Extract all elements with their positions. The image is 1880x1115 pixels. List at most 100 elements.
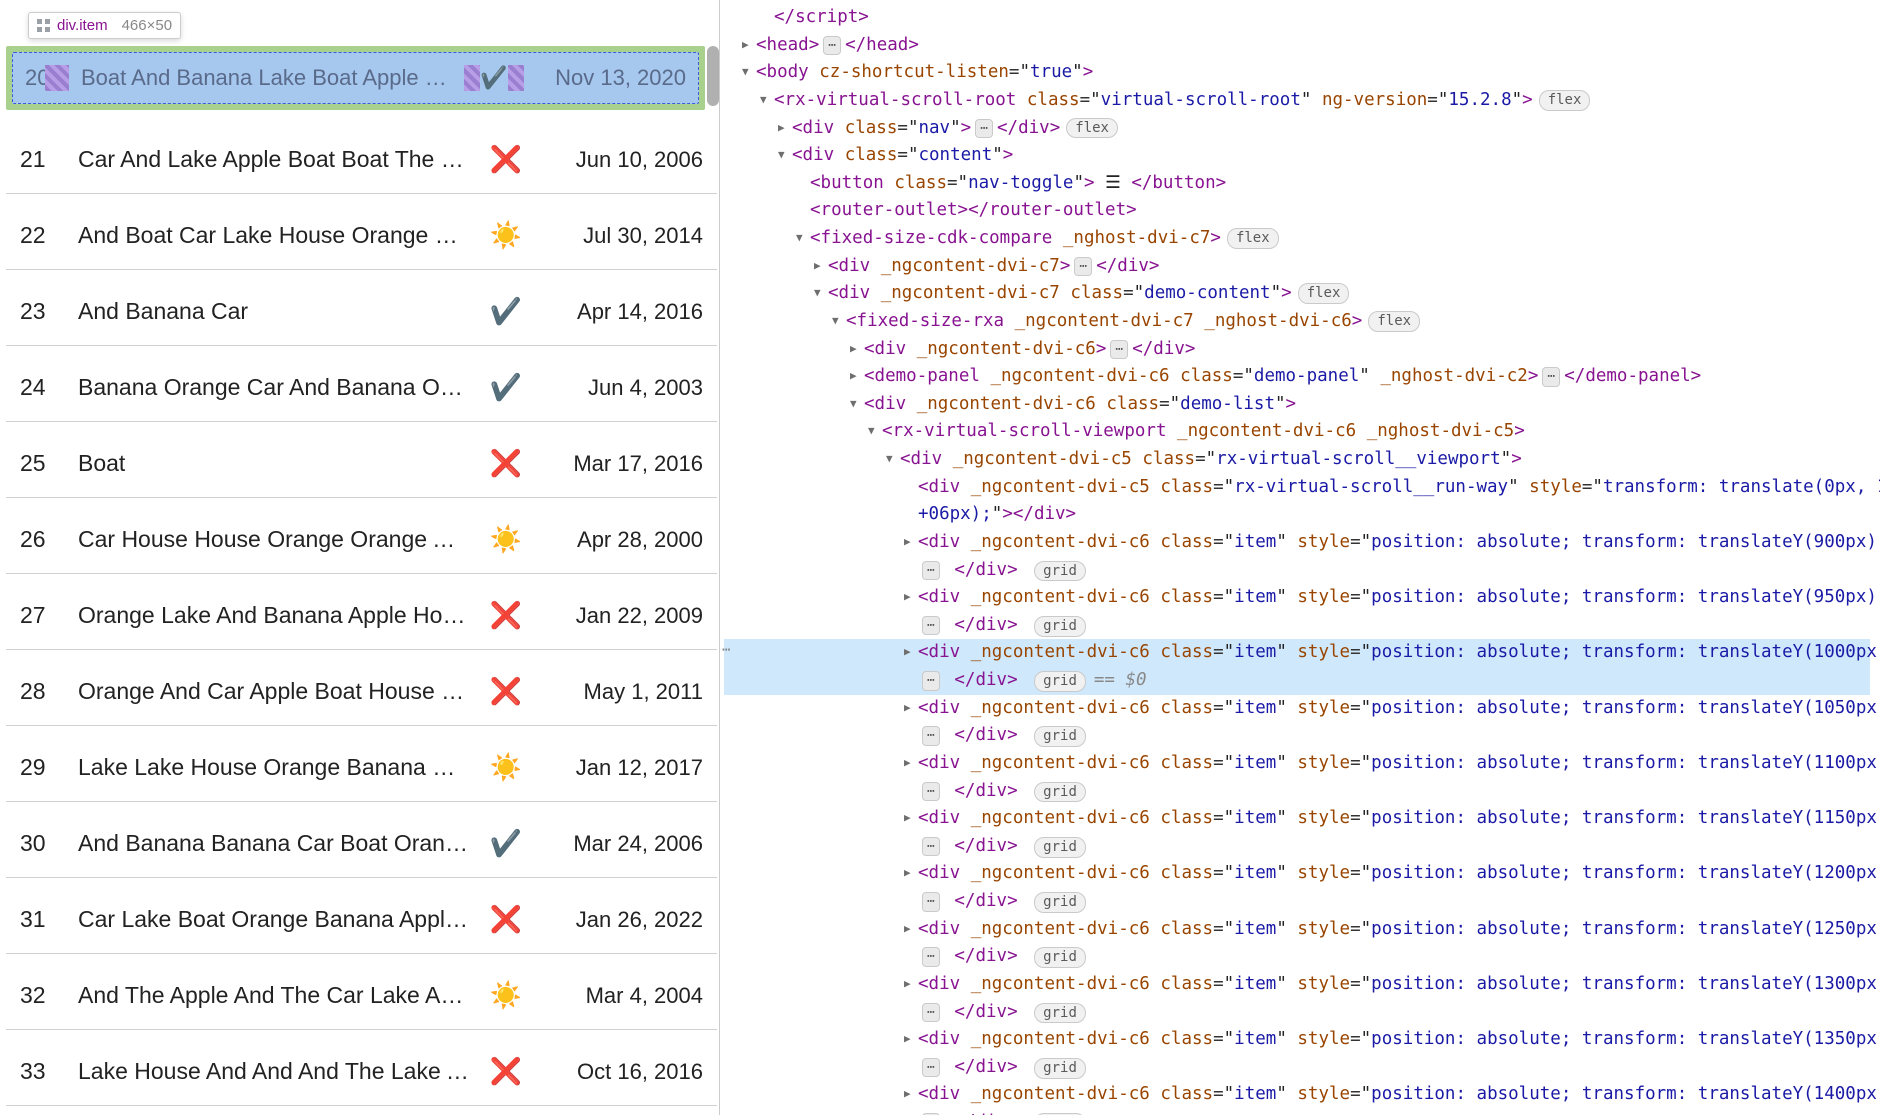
ellipsis-icon[interactable]: [922, 947, 940, 967]
layout-badge[interactable]: grid: [1034, 561, 1086, 582]
dom-node[interactable]: ⋯<div _ngcontent-dvi-c6 class="item" sty…: [724, 639, 1870, 667]
dom-node-continuation[interactable]: </div> grid: [724, 833, 1870, 861]
ellipsis-icon[interactable]: [1074, 257, 1092, 277]
ellipsis-icon[interactable]: [922, 892, 940, 912]
expand-arrow-icon[interactable]: [850, 338, 864, 362]
layout-badge[interactable]: grid: [1034, 782, 1086, 803]
expand-arrow-icon[interactable]: [868, 420, 882, 444]
list-item[interactable]: 28Orange And Car Apple Boat House Lake❌M…: [6, 650, 717, 726]
ellipsis-icon[interactable]: [823, 36, 841, 56]
dom-node[interactable]: <button class="nav-toggle"> ☰ </button>: [724, 170, 1870, 198]
list-item[interactable]: 31Car Lake Boat Orange Banana Apple …❌Ja…: [6, 878, 717, 954]
expand-arrow-icon[interactable]: [742, 61, 756, 85]
list-item[interactable]: 25Boat❌Mar 17, 2016: [6, 422, 717, 498]
ellipsis-icon[interactable]: [922, 671, 940, 691]
dom-node[interactable]: <router-outlet></router-outlet>: [724, 197, 1870, 225]
dom-node-continuation[interactable]: </div> grid: [724, 1109, 1870, 1115]
layout-badge[interactable]: grid: [1034, 892, 1086, 913]
expand-arrow-icon[interactable]: [904, 641, 918, 665]
expand-arrow-icon[interactable]: [904, 697, 918, 721]
expand-arrow-icon[interactable]: [904, 531, 918, 555]
layout-badge[interactable]: flex: [1066, 118, 1118, 139]
list-item[interactable]: 33Lake House And And And The Lake A…❌Oct…: [6, 1030, 717, 1106]
ellipsis-icon[interactable]: [922, 561, 940, 581]
dom-node[interactable]: <div _ngcontent-dvi-c7></div>: [724, 253, 1870, 281]
dom-node[interactable]: <fixed-size-rxa _ngcontent-dvi-c7 _nghos…: [724, 308, 1870, 336]
dom-node[interactable]: <div _ngcontent-dvi-c6 class="item" styl…: [724, 916, 1870, 944]
layout-badge[interactable]: flex: [1227, 228, 1279, 249]
list-item[interactable]: 26Car House House Orange Orange And…☀️Ap…: [6, 498, 717, 574]
dom-node[interactable]: <head></head>: [724, 32, 1870, 60]
dom-node-continuation[interactable]: </div> grid: [724, 1054, 1870, 1082]
expand-arrow-icon[interactable]: [904, 1083, 918, 1107]
dom-node[interactable]: <div _ngcontent-dvi-c5 class="rx-virtual…: [724, 446, 1870, 474]
expand-arrow-icon[interactable]: [904, 862, 918, 886]
dom-node[interactable]: <div _ngcontent-dvi-c5 class="rx-virtual…: [724, 474, 1870, 502]
dom-node[interactable]: <div _ngcontent-dvi-c6 class="item" styl…: [724, 584, 1870, 612]
list-item[interactable]: 24Banana Orange Car And Banana Oran…✔️Ju…: [6, 346, 717, 422]
expand-arrow-icon[interactable]: [778, 117, 792, 141]
expand-arrow-icon[interactable]: [904, 973, 918, 997]
list-item[interactable]: 29Lake Lake House Orange Banana Ban…☀️Ja…: [6, 726, 717, 802]
dom-node[interactable]: <div class="content">: [724, 142, 1870, 170]
ellipsis-icon[interactable]: [1110, 340, 1128, 360]
list-item[interactable]: 21Car And Lake Apple Boat Boat The C…❌Ju…: [6, 118, 717, 194]
dom-node[interactable]: <div _ngcontent-dvi-c6 class="demo-list"…: [724, 391, 1870, 419]
dom-node[interactable]: <rx-virtual-scroll-root class="virtual-s…: [724, 87, 1870, 115]
list-item[interactable]: 23And Banana Car✔️Apr 14, 2016: [6, 270, 717, 346]
dom-node[interactable]: <div _ngcontent-dvi-c6 class="item" styl…: [724, 695, 1870, 723]
ellipsis-icon[interactable]: [922, 1003, 940, 1023]
expand-arrow-icon[interactable]: [904, 1028, 918, 1052]
dom-node[interactable]: <div _ngcontent-dvi-c6 class="item" styl…: [724, 1081, 1870, 1109]
dom-node-continuation[interactable]: </div> grid: [724, 722, 1870, 750]
expand-arrow-icon[interactable]: [742, 34, 756, 58]
expand-arrow-icon[interactable]: [886, 448, 900, 472]
dom-node[interactable]: </script>: [724, 4, 1870, 32]
dom-node[interactable]: <div _ngcontent-dvi-c6 class="item" styl…: [724, 750, 1870, 778]
ellipsis-icon[interactable]: [1542, 367, 1560, 387]
dom-node[interactable]: <body cz-shortcut-listen="true">: [724, 59, 1870, 87]
dom-node[interactable]: <div _ngcontent-dvi-c7 class="demo-conte…: [724, 280, 1870, 308]
expand-arrow-icon[interactable]: [904, 752, 918, 776]
dom-node-continuation[interactable]: </div> grid: [724, 999, 1870, 1027]
layout-badge[interactable]: grid: [1034, 616, 1086, 637]
layout-badge[interactable]: grid: [1034, 1003, 1086, 1024]
dom-node[interactable]: <rx-virtual-scroll-viewport _ngcontent-d…: [724, 418, 1870, 446]
expand-arrow-icon[interactable]: [904, 918, 918, 942]
ellipsis-icon[interactable]: [975, 119, 993, 139]
devtools-elements-panel[interactable]: </script><head></head><body cz-shortcut-…: [720, 0, 1880, 1115]
expand-arrow-icon[interactable]: [850, 365, 864, 389]
dom-node[interactable]: <div _ngcontent-dvi-c6 class="item" styl…: [724, 805, 1870, 833]
dom-node[interactable]: <div _ngcontent-dvi-c6></div>: [724, 336, 1870, 364]
list-item[interactable]: 30And Banana Banana Car Boat Orange …✔️M…: [6, 802, 717, 878]
layout-badge[interactable]: grid: [1034, 837, 1086, 858]
expand-arrow-icon[interactable]: [778, 144, 792, 168]
dom-node-continuation[interactable]: </div> grid: [724, 778, 1870, 806]
expand-arrow-icon[interactable]: [760, 89, 774, 113]
ellipsis-icon[interactable]: [922, 782, 940, 802]
layout-badge[interactable]: flex: [1539, 90, 1591, 111]
expand-arrow-icon[interactable]: [850, 393, 864, 417]
expand-arrow-icon[interactable]: [904, 807, 918, 831]
layout-badge[interactable]: grid: [1034, 1058, 1086, 1079]
ellipsis-icon[interactable]: [922, 837, 940, 857]
expand-arrow-icon[interactable]: [796, 227, 810, 251]
ellipsis-icon[interactable]: [922, 616, 940, 636]
virtual-list[interactable]: 21Car And Lake Apple Boat Boat The C…❌Ju…: [6, 118, 717, 1115]
ellipsis-icon[interactable]: [922, 726, 940, 746]
dom-node[interactable]: <div _ngcontent-dvi-c6 class="item" styl…: [724, 860, 1870, 888]
list-item[interactable]: 22And Boat Car Lake House Orange Ba…☀️Ju…: [6, 194, 717, 270]
dom-node-continuation[interactable]: </div> grid== $0: [724, 667, 1870, 695]
dom-node[interactable]: <fixed-size-cdk-compare _nghost-dvi-c7>f…: [724, 225, 1870, 253]
expand-arrow-icon[interactable]: [814, 282, 828, 306]
dom-node[interactable]: <div _ngcontent-dvi-c6 class="item" styl…: [724, 1026, 1870, 1054]
dom-node-continuation[interactable]: </div> grid: [724, 943, 1870, 971]
layout-badge[interactable]: flex: [1368, 311, 1420, 332]
expand-arrow-icon[interactable]: [904, 586, 918, 610]
dom-node[interactable]: <div _ngcontent-dvi-c6 class="item" styl…: [724, 971, 1870, 999]
ellipsis-icon[interactable]: [922, 1058, 940, 1078]
expand-arrow-icon[interactable]: [832, 310, 846, 334]
dom-node-continuation[interactable]: </div> grid: [724, 612, 1870, 640]
layout-badge[interactable]: grid: [1034, 726, 1086, 747]
list-item[interactable]: 32And The Apple And The Car Lake Ap…☀️Ma…: [6, 954, 717, 1030]
